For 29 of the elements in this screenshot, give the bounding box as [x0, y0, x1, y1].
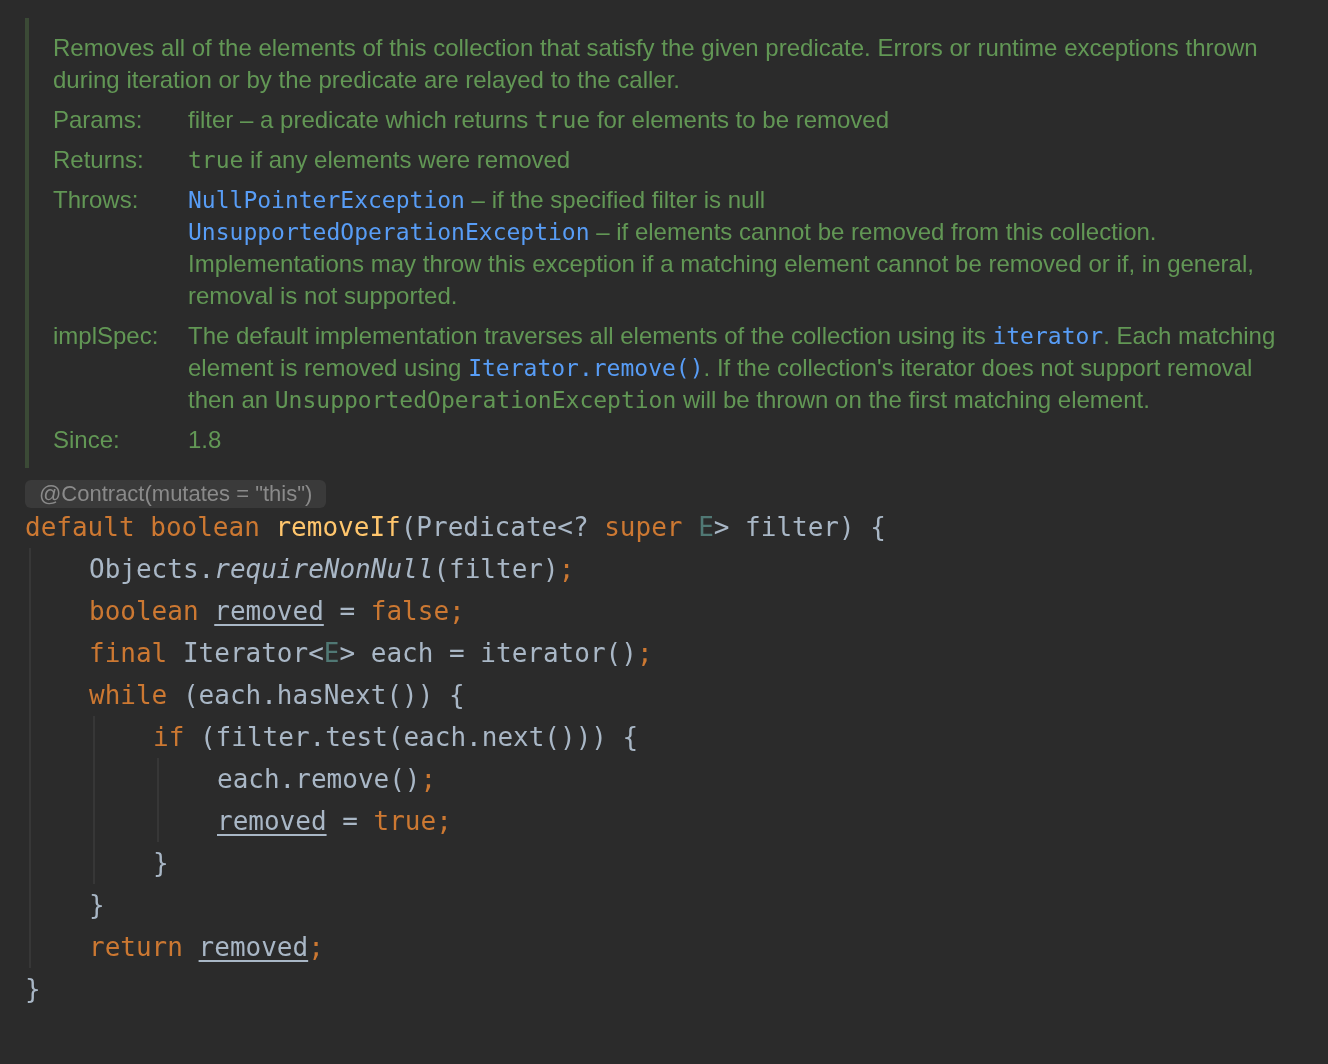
doc-section-label: Params:: [53, 105, 144, 135]
doc-section-label: Returns:: [53, 145, 145, 175]
code-line: return removed;: [89, 931, 324, 964]
doc-paragraph: UnsupportedOperationException – if elements cannot be removed from this collection. Implementations may throw this exception if a matching element cannot be removed or if, in general, removal is not supported.: [188, 217, 1255, 311]
doc-section-label: implSpec:: [53, 321, 160, 351]
code-line: removed = true;: [217, 805, 452, 838]
code-line: if (filter.test(each.next())) {: [153, 721, 639, 754]
doc-paragraph: filter – a predicate which returns true for elements to be removed: [188, 105, 890, 135]
code-line: while (each.hasNext()) {: [89, 679, 465, 712]
code-line: }: [89, 889, 105, 922]
doc-paragraph: true if any elements were removed: [188, 145, 571, 175]
code-line: default boolean removeIf(Predicate<? super E> filter) {: [25, 511, 886, 544]
doc-paragraph: 1.8: [188, 425, 222, 455]
code-line: Objects.requireNonNull(filter);: [89, 553, 575, 586]
doc-section-label: Since:: [53, 425, 121, 455]
doc-description: Removes all of the elements of this collection that satisfy the given predicate. Errors or runtime exceptions thrown during iteration or by the predicate are relayed to the caller.: [53, 33, 1259, 95]
annotation-badge: @Contract(mutates = "this"): [25, 480, 327, 508]
doc-link[interactable]: NullPointerException: [188, 187, 465, 213]
doc-paragraph: The default implementation traverses all elements of the collection using its iterator. Each matching element is removed using Iterator.remove(). If the collection's iterator does not support removal then an UnsupportedOperationException will be thrown on the first matching element.: [188, 321, 1277, 415]
doc-section-label: Throws:: [53, 185, 140, 215]
doc-link[interactable]: Iterator.remove(): [468, 355, 704, 381]
doc-link[interactable]: iterator: [992, 323, 1104, 349]
doc-link[interactable]: UnsupportedOperationException: [188, 219, 590, 245]
code-line: each.remove();: [217, 763, 437, 796]
code-line: final Iterator<E> each = iterator();: [89, 637, 653, 670]
code-line: }: [153, 847, 169, 880]
code-line: boolean removed = false;: [89, 595, 465, 628]
doc-paragraph: NullPointerException – if the specified filter is null: [188, 185, 767, 215]
code-line: }: [25, 973, 41, 1006]
